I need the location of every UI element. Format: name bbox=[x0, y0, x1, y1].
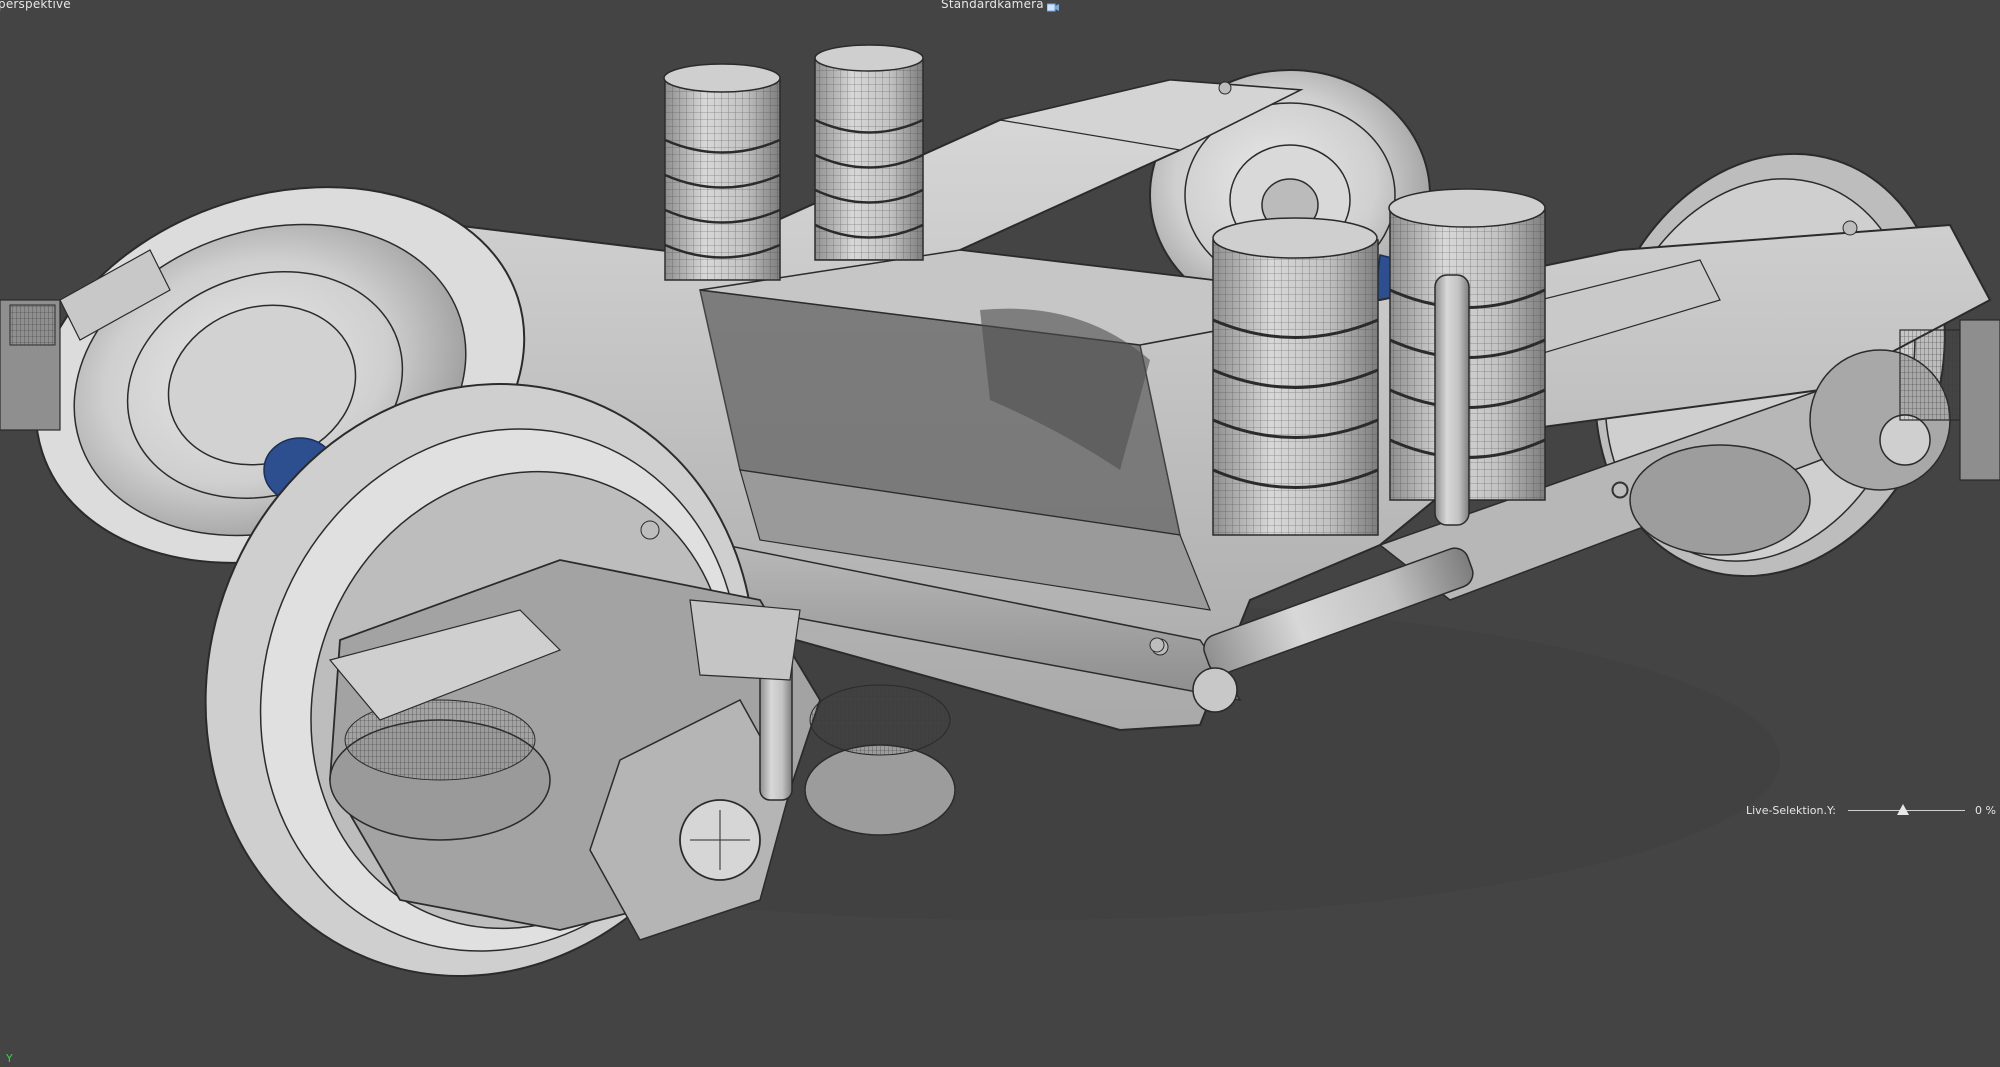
viewport-projection-label: zentralperspektive bbox=[0, 0, 71, 11]
camera-icon[interactable] bbox=[1046, 1, 1059, 11]
bogie-3d-model[interactable] bbox=[0, 0, 2000, 1067]
axis-indicator-y: Y bbox=[6, 1052, 13, 1065]
spring-rear-left[interactable] bbox=[663, 63, 781, 281]
live-selection-value: 0 % bbox=[1975, 803, 1996, 817]
spring-front-right[interactable] bbox=[1388, 188, 1546, 526]
slider-thumb[interactable] bbox=[1896, 804, 1909, 815]
live-selection-label: Live-Selektion.Y: bbox=[1746, 803, 1836, 817]
live-selection-hud[interactable]: Live-Selektion.Y: 0 % bbox=[1746, 803, 1996, 817]
viewport-camera-label[interactable]: Standardkamera bbox=[941, 0, 1059, 11]
spring-front-left[interactable] bbox=[1212, 217, 1379, 536]
spring-rear-right[interactable] bbox=[814, 44, 924, 261]
live-selection-slider[interactable] bbox=[1848, 803, 1965, 817]
camera-name: Standardkamera bbox=[941, 0, 1044, 11]
3d-viewport[interactable]: zentralperspektive Standardkamera Live-S… bbox=[0, 0, 2000, 1067]
